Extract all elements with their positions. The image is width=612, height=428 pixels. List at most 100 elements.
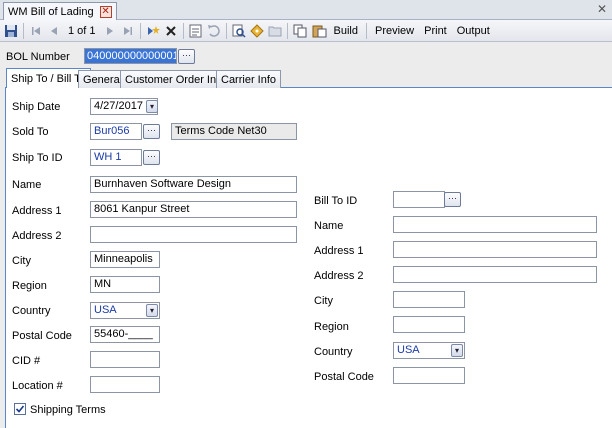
ship-city-label: City xyxy=(12,255,31,267)
ship-name-value: Burnhaven Software Design xyxy=(94,178,231,190)
sold-to-value: Bur056 xyxy=(94,125,130,137)
bill-country-label: Country xyxy=(314,346,353,358)
bol-number-field[interactable]: 0400000000000015 xyxy=(84,48,177,64)
ship-address1-field[interactable]: 8061 Kanpur Street xyxy=(90,201,297,218)
tab-customer-order-info[interactable]: Customer Order Info xyxy=(120,70,231,88)
build-button[interactable]: Build xyxy=(329,22,363,40)
last-record-icon xyxy=(123,26,132,35)
bill-name-label: Name xyxy=(314,220,344,232)
bill-country-value: USA xyxy=(397,344,420,356)
toolbar-separator xyxy=(286,22,288,39)
ship-postal-field[interactable]: 55460-____ xyxy=(90,326,160,343)
cid-label: CID # xyxy=(12,355,41,367)
ship-country-value: USA xyxy=(94,304,117,316)
shipping-terms-label: Shipping Terms xyxy=(30,404,106,416)
shipping-terms-checkbox[interactable] xyxy=(14,403,26,415)
ship-to-id-field[interactable]: WH 1 xyxy=(90,149,142,166)
ship-date-value: 4/27/2017 xyxy=(94,100,143,112)
first-record-button[interactable] xyxy=(27,22,45,40)
check-icon xyxy=(15,405,25,413)
previous-record-button[interactable] xyxy=(45,22,63,40)
notes-icon xyxy=(189,24,202,37)
next-record-icon xyxy=(106,26,113,35)
bill-to-id-lookup-button[interactable]: ··· xyxy=(444,192,461,207)
ship-to-id-lookup-button[interactable]: ··· xyxy=(143,150,160,165)
ship-address2-field[interactable] xyxy=(90,226,297,243)
ship-postal-value: 55460-____ xyxy=(94,328,153,340)
document-tab[interactable]: WM Bill of Lading ✕ xyxy=(3,2,117,20)
ship-name-field[interactable]: Burnhaven Software Design xyxy=(90,176,297,193)
ship-to-id-value: WH 1 xyxy=(94,151,122,163)
folder-icon xyxy=(268,26,282,36)
toolbar-separator xyxy=(139,22,141,39)
copy-button[interactable] xyxy=(291,22,310,40)
undo-button[interactable] xyxy=(205,22,223,40)
tab-label: Customer Order Info xyxy=(125,73,226,86)
save-icon xyxy=(5,24,17,37)
ship-city-value: Minneapolis xyxy=(94,253,153,265)
ship-address2-label: Address 2 xyxy=(12,230,62,242)
copy-icon xyxy=(293,24,307,37)
bill-country-dropdown-icon[interactable]: ▾ xyxy=(451,344,463,357)
tag-icon xyxy=(249,23,264,38)
cid-field[interactable] xyxy=(90,351,160,368)
bill-address2-field[interactable] xyxy=(393,266,597,283)
print-button[interactable]: Print xyxy=(419,22,452,40)
sold-to-field[interactable]: Bur056 xyxy=(90,123,142,140)
page-indicator: 1 of 1 xyxy=(68,24,96,37)
tab-carrier-info[interactable]: Carrier Info xyxy=(216,70,282,88)
ship-date-dropdown-icon[interactable]: ▾ xyxy=(146,100,158,113)
ship-region-label: Region xyxy=(12,280,47,292)
notes-button[interactable] xyxy=(187,22,205,40)
sold-to-label: Sold To xyxy=(12,126,49,138)
tab-close-icon[interactable]: ✕ xyxy=(99,5,112,18)
bill-address1-label: Address 1 xyxy=(314,245,364,257)
preview-button[interactable]: Preview xyxy=(370,22,419,40)
output-button[interactable]: Output xyxy=(452,22,495,40)
next-record-button[interactable] xyxy=(101,22,119,40)
ship-to-id-label: Ship To ID xyxy=(12,152,63,164)
sold-to-lookup-button[interactable]: ··· xyxy=(143,124,160,139)
paste-button[interactable] xyxy=(310,22,329,40)
bill-to-id-field[interactable] xyxy=(393,191,445,208)
toolbar-separator xyxy=(225,22,227,39)
folder-button[interactable] xyxy=(266,22,284,40)
delete-button[interactable] xyxy=(162,22,180,40)
bill-to-id-label: Bill To ID xyxy=(314,195,358,207)
bill-name-field[interactable] xyxy=(393,216,597,233)
ship-city-field[interactable]: Minneapolis xyxy=(90,251,160,268)
bill-postal-label: Postal Code xyxy=(314,371,374,383)
tab-label: General xyxy=(83,73,123,86)
first-record-icon xyxy=(32,26,40,35)
window-close-icon[interactable]: ✕ xyxy=(595,2,609,16)
undo-icon xyxy=(208,25,220,37)
terms-code-display: Terms Code Net30 xyxy=(171,123,297,140)
ship-region-value: MN xyxy=(94,278,112,290)
document-tab-title: WM Bill of Lading xyxy=(8,5,94,18)
last-record-button[interactable] xyxy=(119,22,137,40)
tab-label: Carrier Info xyxy=(221,73,277,86)
ship-name-label: Name xyxy=(12,179,42,191)
new-record-icon xyxy=(147,25,160,35)
bol-lookup-button[interactable]: ··· xyxy=(178,49,195,64)
ship-address1-value: 8061 Kanpur Street xyxy=(94,203,190,215)
find-icon xyxy=(232,24,246,38)
bill-region-label: Region xyxy=(314,321,349,333)
ship-country-dropdown-icon[interactable]: ▾ xyxy=(146,304,158,317)
ship-postal-label: Postal Code xyxy=(12,330,72,342)
bill-city-field[interactable] xyxy=(393,291,465,308)
previous-record-icon xyxy=(51,26,57,35)
toolbar-separator xyxy=(23,22,24,39)
ship-region-field[interactable]: MN xyxy=(90,276,160,293)
bill-postal-field[interactable] xyxy=(393,367,465,384)
location-field[interactable] xyxy=(90,376,160,393)
new-record-button[interactable] xyxy=(144,22,162,40)
bill-region-field[interactable] xyxy=(393,316,465,333)
terms-code-value: Terms Code Net30 xyxy=(175,125,267,137)
find-button[interactable] xyxy=(230,22,248,40)
bill-city-label: City xyxy=(314,295,333,307)
bill-address1-field[interactable] xyxy=(393,241,597,258)
tag-button[interactable] xyxy=(248,22,266,40)
ship-address1-label: Address 1 xyxy=(12,205,62,217)
save-button[interactable] xyxy=(2,22,20,40)
